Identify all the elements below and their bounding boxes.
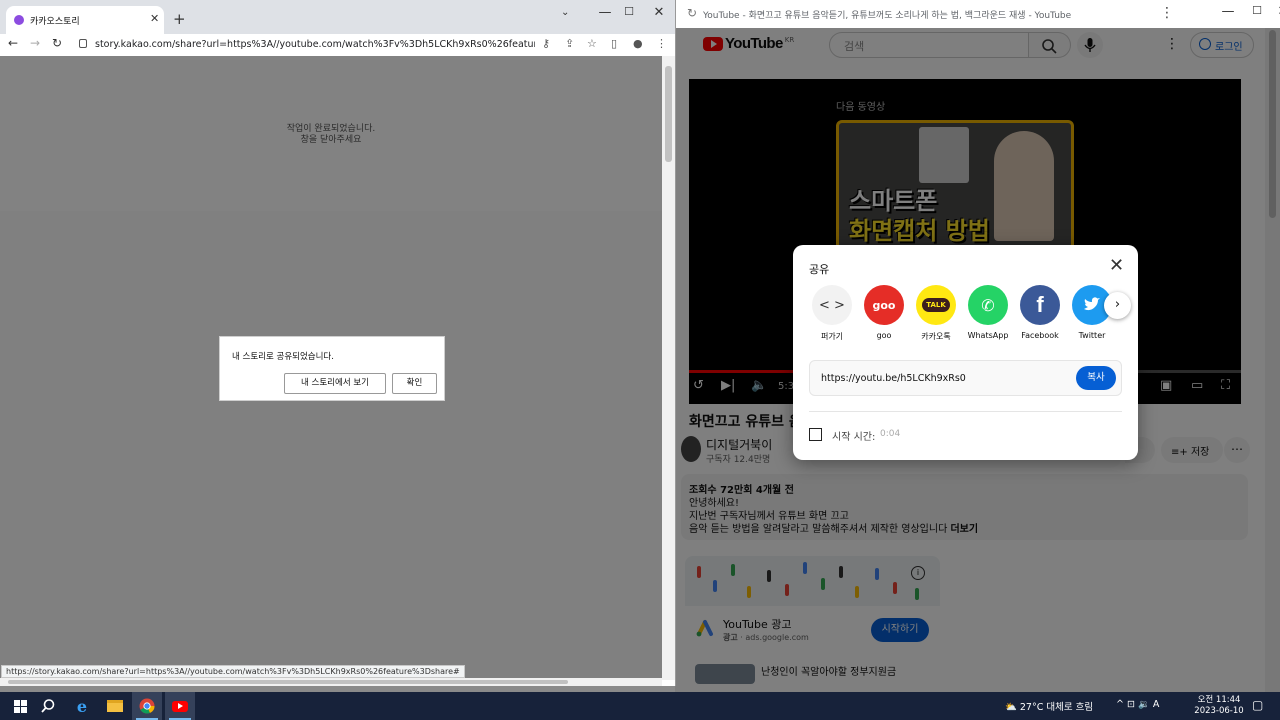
share-twitter-label: Twitter bbox=[1078, 331, 1106, 340]
weather-widget[interactable]: ⛅ 27°C 대체로 흐림 bbox=[1005, 699, 1093, 713]
share-whatsapp-button[interactable]: ✆ WhatsApp bbox=[963, 285, 1013, 340]
share-url-box[interactable]: https://youtu.be/h5LCKh9xRs0 복사 bbox=[809, 360, 1122, 396]
weather-text: 27°C 대체로 흐림 bbox=[1019, 702, 1094, 713]
share-dialog-title: 공유 bbox=[809, 263, 830, 276]
maximize-icon[interactable]: ☐ bbox=[1247, 4, 1267, 17]
key-icon[interactable]: ⚷ bbox=[542, 37, 550, 50]
back-icon[interactable]: ← bbox=[8, 36, 18, 50]
chrome-icon bbox=[139, 698, 155, 714]
whatsapp-icon: ✆ bbox=[968, 285, 1008, 325]
bookmark-star-icon[interactable]: ☆ bbox=[587, 37, 597, 50]
embed-icon: < > bbox=[812, 285, 852, 325]
kakao-browser-window: 카카오스토리 ✕ + ⌄ — ☐ ✕ ← → ↻ story.kakao.com… bbox=[0, 0, 675, 686]
vertical-scrollbar[interactable] bbox=[662, 56, 675, 680]
taskbar-chrome[interactable] bbox=[132, 692, 162, 720]
windows-logo-icon bbox=[13, 699, 27, 713]
scrollbar-thumb[interactable] bbox=[8, 680, 568, 684]
view-my-story-button[interactable]: 내 스토리에서 보기 bbox=[284, 373, 386, 394]
reload-icon[interactable]: ↻ bbox=[687, 6, 697, 20]
horizontal-scrollbar[interactable] bbox=[0, 678, 662, 686]
chevron-right-icon[interactable]: › bbox=[1104, 292, 1131, 319]
profile-icon[interactable]: ● bbox=[633, 37, 643, 50]
system-tray[interactable]: ^ ⊡ 🔉 A bbox=[1116, 699, 1159, 710]
new-tab-button[interactable]: + bbox=[173, 10, 186, 28]
completion-message: 작업이 완료되었습니다. 창을 닫아주세요 bbox=[0, 124, 662, 146]
ok-button[interactable]: 확인 bbox=[392, 373, 437, 394]
cloud-sun-icon: ⛅ bbox=[1005, 702, 1020, 713]
clock-date: 2023-06-10 bbox=[1194, 706, 1244, 716]
tab-bar: 카카오스토리 ✕ + ⌄ — ☐ ✕ bbox=[0, 0, 675, 34]
youtube-window-title: YouTube - 화면끄고 유튜브 음악듣기, 유튜브꺼도 소리나게 하는 법… bbox=[703, 11, 1072, 21]
share-goo-button[interactable]: goo goo bbox=[859, 285, 909, 340]
share-complete-alert: 내 스토리로 공유되었습니다. 내 스토리에서 보기 확인 bbox=[219, 336, 445, 401]
share-goo-label: goo bbox=[876, 331, 892, 340]
reload-icon[interactable]: ↻ bbox=[52, 36, 62, 50]
share-kakaotalk-label: 카카오톡 bbox=[921, 332, 951, 341]
start-time-value[interactable]: 0:04 bbox=[880, 429, 900, 439]
scrollbar-thumb[interactable] bbox=[665, 66, 672, 162]
facebook-icon: f bbox=[1020, 285, 1060, 325]
divider bbox=[809, 411, 1122, 412]
share-icon[interactable]: ⇪ bbox=[565, 37, 574, 50]
address-bar[interactable]: story.kakao.com/share?url=https%3A//yout… bbox=[95, 39, 535, 50]
ime-icon[interactable]: A bbox=[1153, 699, 1160, 710]
notification-icon[interactable]: ▢ bbox=[1252, 698, 1263, 712]
content-upper-panel: 작업이 완료되었습니다. 창을 닫아주세요 bbox=[0, 56, 662, 211]
maximize-icon[interactable]: ☐ bbox=[619, 5, 639, 18]
browser-toolbar: ← → ↻ story.kakao.com/share?url=https%3A… bbox=[0, 34, 675, 56]
volume-icon[interactable]: 🔉 bbox=[1138, 699, 1150, 710]
youtube-titlebar: ↻ YouTube - 화면끄고 유튜브 음악듣기, 유튜브꺼도 소리나게 하는… bbox=[675, 0, 1280, 28]
share-facebook-label: Facebook bbox=[1021, 331, 1059, 340]
alert-message: 내 스토리로 공유되었습니다. bbox=[232, 352, 334, 362]
side-panel-icon[interactable]: ▯ bbox=[611, 37, 617, 50]
taskbar-file-explorer[interactable] bbox=[100, 692, 130, 720]
tab-kakaostory[interactable]: 카카오스토리 ✕ bbox=[6, 6, 164, 34]
share-url[interactable]: https://youtu.be/h5LCKh9xRs0 bbox=[821, 373, 966, 384]
edge-icon: e bbox=[76, 696, 88, 716]
share-kakaotalk-button[interactable]: TALK 카카오톡 bbox=[911, 285, 961, 342]
kakaostory-favicon bbox=[14, 15, 24, 25]
share-whatsapp-label: WhatsApp bbox=[967, 331, 1009, 340]
network-icon[interactable]: ⊡ bbox=[1127, 699, 1135, 710]
completion-line-2: 창을 닫아주세요 bbox=[300, 135, 362, 145]
kakaotalk-icon: TALK bbox=[916, 285, 956, 325]
chevron-down-icon[interactable]: ⌄ bbox=[561, 7, 569, 18]
share-embed-button[interactable]: < > 퍼가기 bbox=[807, 285, 857, 342]
taskbar-youtube[interactable] bbox=[165, 692, 195, 720]
goo-icon: goo bbox=[864, 285, 904, 325]
browser-menu-icon[interactable]: ⋮ bbox=[1160, 5, 1174, 21]
clock-time: 오전 11:44 bbox=[1197, 695, 1241, 705]
minimize-icon[interactable]: — bbox=[1218, 4, 1238, 19]
close-icon[interactable]: ✕ bbox=[1273, 4, 1280, 19]
forward-icon[interactable]: → bbox=[30, 36, 40, 50]
youtube-icon bbox=[172, 700, 188, 712]
share-embed-label: 퍼가기 bbox=[820, 332, 844, 341]
taskbar-edge[interactable]: e bbox=[67, 692, 97, 720]
search-button[interactable] bbox=[33, 692, 63, 720]
folder-icon bbox=[107, 700, 123, 712]
copy-button[interactable]: 복사 bbox=[1076, 366, 1116, 390]
clock[interactable]: 오전 11:44 2023-06-10 bbox=[1192, 695, 1246, 717]
tab-title: 카카오스토리 bbox=[30, 17, 80, 27]
windows-taskbar: e ⛅ 27°C 대체로 흐림 ^ ⊡ 🔉 A 오전 11:44 2023-06… bbox=[0, 692, 1280, 720]
start-button[interactable] bbox=[5, 692, 35, 720]
share-dialog: 공유 ✕ < > 퍼가기 goo goo TALK 카카오톡 ✆ WhatsAp… bbox=[793, 245, 1138, 460]
start-time-checkbox[interactable] bbox=[809, 428, 822, 441]
menu-icon[interactable]: ⋮ bbox=[656, 37, 667, 50]
close-icon[interactable]: ✕ bbox=[1109, 255, 1124, 276]
completion-line-1: 작업이 완료되었습니다. bbox=[286, 124, 376, 134]
search-icon bbox=[41, 699, 55, 713]
chevron-up-icon[interactable]: ^ bbox=[1116, 699, 1124, 710]
link-status-bar: https://story.kakao.com/share?url=https%… bbox=[1, 665, 465, 678]
minimize-icon[interactable]: — bbox=[595, 5, 615, 20]
start-time-label: 시작 시간: bbox=[832, 432, 876, 443]
close-icon[interactable]: ✕ bbox=[649, 5, 669, 20]
tab-close-icon[interactable]: ✕ bbox=[150, 12, 159, 25]
share-facebook-button[interactable]: f Facebook bbox=[1015, 285, 1065, 340]
lock-icon[interactable] bbox=[79, 39, 87, 48]
